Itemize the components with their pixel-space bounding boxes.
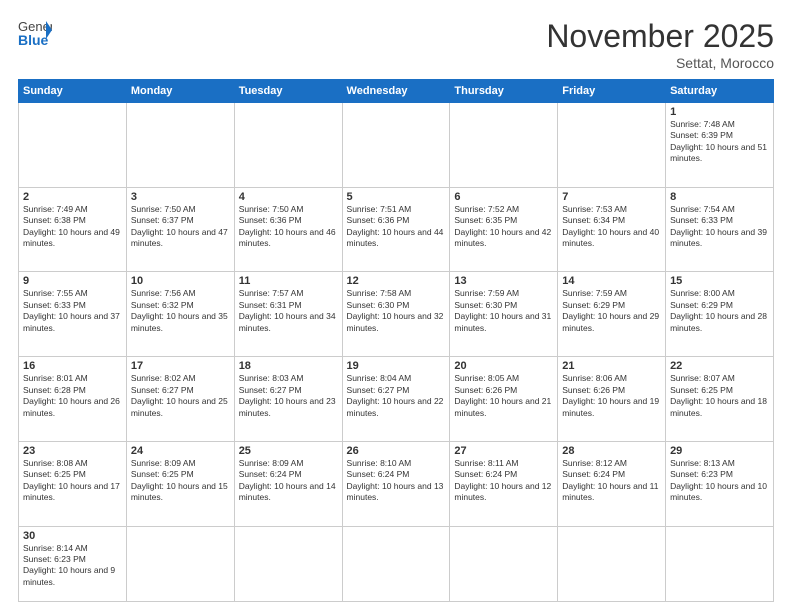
table-row: 16 Sunrise: 8:01 AMSunset: 6:28 PMDaylig… [19,357,774,442]
day-22: 22 Sunrise: 8:07 AMSunset: 6:25 PMDaylig… [666,357,774,442]
col-sunday: Sunday [19,80,127,103]
empty-cell [342,526,450,601]
day-18: 18 Sunrise: 8:03 AMSunset: 6:27 PMDaylig… [234,357,342,442]
header: General Blue November 2025 Settat, Moroc… [18,18,774,71]
day-26: 26 Sunrise: 8:10 AMSunset: 6:24 PMDaylig… [342,441,450,526]
calendar: Sunday Monday Tuesday Wednesday Thursday… [18,79,774,602]
empty-cell [19,103,127,188]
day-20: 20 Sunrise: 8:05 AMSunset: 6:26 PMDaylig… [450,357,558,442]
page: General Blue November 2025 Settat, Moroc… [0,0,792,612]
col-monday: Monday [126,80,234,103]
day-14: 14 Sunrise: 7:59 AMSunset: 6:29 PMDaylig… [558,272,666,357]
day-9: 9 Sunrise: 7:55 AMSunset: 6:33 PMDayligh… [19,272,127,357]
empty-cell [558,103,666,188]
day-24: 24 Sunrise: 8:09 AMSunset: 6:25 PMDaylig… [126,441,234,526]
day-4: 4 Sunrise: 7:50 AMSunset: 6:36 PMDayligh… [234,187,342,272]
day-28: 28 Sunrise: 8:12 AMSunset: 6:24 PMDaylig… [558,441,666,526]
day-6: 6 Sunrise: 7:52 AMSunset: 6:35 PMDayligh… [450,187,558,272]
logo-svg: General Blue [18,18,52,48]
day-16: 16 Sunrise: 8:01 AMSunset: 6:28 PMDaylig… [19,357,127,442]
location: Settat, Morocco [546,55,774,71]
day-12: 12 Sunrise: 7:58 AMSunset: 6:30 PMDaylig… [342,272,450,357]
day-30: 30 Sunrise: 8:14 AMSunset: 6:23 PMDaylig… [19,526,127,601]
svg-text:Blue: Blue [18,32,49,48]
empty-cell [450,526,558,601]
day-23: 23 Sunrise: 8:08 AMSunset: 6:25 PMDaylig… [19,441,127,526]
table-row: 30 Sunrise: 8:14 AMSunset: 6:23 PMDaylig… [19,526,774,601]
day-3: 3 Sunrise: 7:50 AMSunset: 6:37 PMDayligh… [126,187,234,272]
day-2: 2 Sunrise: 7:49 AMSunset: 6:38 PMDayligh… [19,187,127,272]
empty-cell [126,103,234,188]
day-10: 10 Sunrise: 7:56 AMSunset: 6:32 PMDaylig… [126,272,234,357]
table-row: 1 Sunrise: 7:48 AMSunset: 6:39 PMDayligh… [19,103,774,188]
day-7: 7 Sunrise: 7:53 AMSunset: 6:34 PMDayligh… [558,187,666,272]
table-row: 2 Sunrise: 7:49 AMSunset: 6:38 PMDayligh… [19,187,774,272]
col-tuesday: Tuesday [234,80,342,103]
day-5: 5 Sunrise: 7:51 AMSunset: 6:36 PMDayligh… [342,187,450,272]
day-11: 11 Sunrise: 7:57 AMSunset: 6:31 PMDaylig… [234,272,342,357]
day-25: 25 Sunrise: 8:09 AMSunset: 6:24 PMDaylig… [234,441,342,526]
empty-cell [342,103,450,188]
empty-cell [666,526,774,601]
empty-cell [558,526,666,601]
month-title: November 2025 [546,18,774,55]
day-29: 29 Sunrise: 8:13 AMSunset: 6:23 PMDaylig… [666,441,774,526]
empty-cell [450,103,558,188]
day-19: 19 Sunrise: 8:04 AMSunset: 6:27 PMDaylig… [342,357,450,442]
empty-cell [234,526,342,601]
title-block: November 2025 Settat, Morocco [546,18,774,71]
empty-cell [126,526,234,601]
col-wednesday: Wednesday [342,80,450,103]
table-row: 23 Sunrise: 8:08 AMSunset: 6:25 PMDaylig… [19,441,774,526]
table-row: 9 Sunrise: 7:55 AMSunset: 6:33 PMDayligh… [19,272,774,357]
col-thursday: Thursday [450,80,558,103]
day-15: 15 Sunrise: 8:00 AMSunset: 6:29 PMDaylig… [666,272,774,357]
logo: General Blue [18,18,52,48]
day-27: 27 Sunrise: 8:11 AMSunset: 6:24 PMDaylig… [450,441,558,526]
day-21: 21 Sunrise: 8:06 AMSunset: 6:26 PMDaylig… [558,357,666,442]
day-8: 8 Sunrise: 7:54 AMSunset: 6:33 PMDayligh… [666,187,774,272]
day-13: 13 Sunrise: 7:59 AMSunset: 6:30 PMDaylig… [450,272,558,357]
empty-cell [234,103,342,188]
day-1: 1 Sunrise: 7:48 AMSunset: 6:39 PMDayligh… [666,103,774,188]
col-saturday: Saturday [666,80,774,103]
day-17: 17 Sunrise: 8:02 AMSunset: 6:27 PMDaylig… [126,357,234,442]
col-friday: Friday [558,80,666,103]
